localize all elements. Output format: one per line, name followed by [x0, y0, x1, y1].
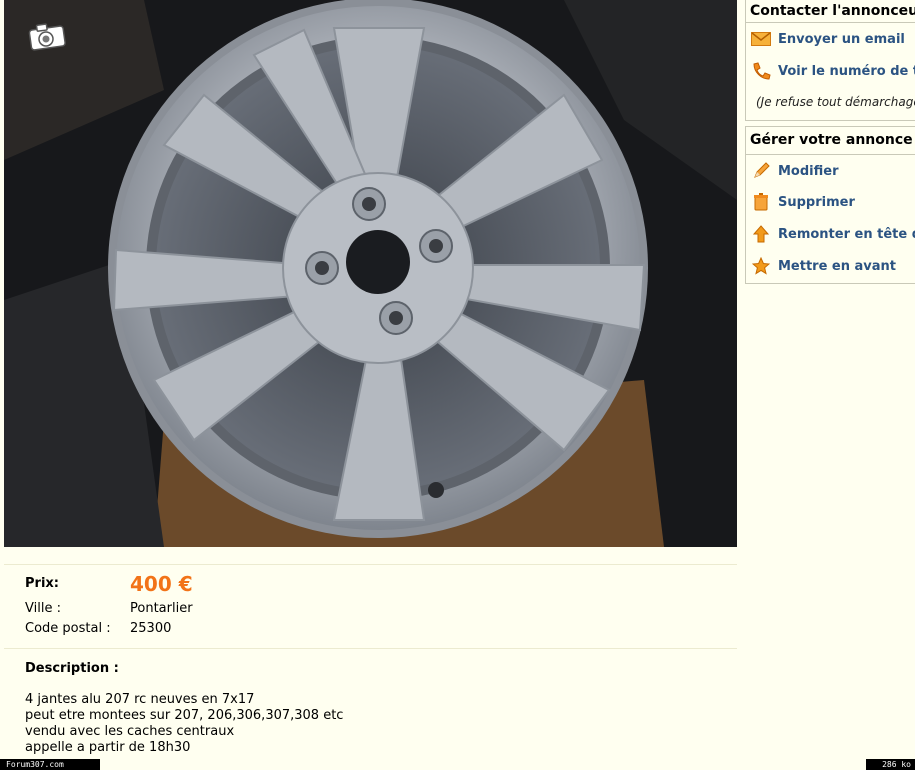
star-icon: [750, 257, 772, 275]
feature-link[interactable]: Mettre en avant: [746, 254, 896, 278]
delete-link-label: Supprimer: [778, 194, 855, 210]
arrow-up-icon: [750, 225, 772, 243]
description-line: 4 jantes alu 207 rc neuves en 7x17: [25, 692, 255, 707]
divider-middle: [4, 648, 737, 649]
bump-link[interactable]: Remonter en tête d: [746, 222, 915, 246]
phone-icon: [750, 62, 772, 80]
description-label: Description :: [25, 661, 119, 676]
bump-link-label: Remonter en tête d: [778, 226, 915, 242]
phone-link-label: Voir le numéro de t: [778, 63, 915, 79]
feature-link-label: Mettre en avant: [778, 258, 897, 274]
trash-icon: [750, 193, 772, 211]
price-value: 400 €: [130, 572, 193, 596]
edit-link[interactable]: Modifier: [746, 159, 839, 183]
edit-link-label: Modifier: [778, 163, 839, 179]
contact-panel-title: Contacter l'annonceur: [746, 0, 915, 23]
postal-label: Code postal :: [25, 621, 111, 636]
city-label: Ville :: [25, 601, 61, 616]
wheel-image: [4, 0, 737, 547]
delete-link[interactable]: Supprimer: [746, 190, 855, 214]
city-value: Pontarlier: [130, 601, 193, 616]
description-line: appelle a partir de 18h30: [25, 740, 191, 755]
envelope-icon: [750, 30, 772, 48]
divider-top: [4, 564, 737, 565]
contact-panel: Contacter l'annonceur Envoyer un email V…: [745, 0, 915, 121]
image-size: 286 ko: [866, 759, 915, 770]
phone-link[interactable]: Voir le numéro de t: [746, 59, 915, 83]
solicitation-note: (Je refuse tout démarchage: [756, 95, 915, 109]
listing-photo[interactable]: [4, 0, 737, 547]
email-link-label: Envoyer un email: [778, 31, 905, 47]
email-link[interactable]: Envoyer un email: [746, 27, 905, 51]
forum-watermark: Forum307.com: [0, 759, 100, 770]
manage-panel-title: Gérer votre annonce: [746, 127, 915, 155]
camera-icon[interactable]: [26, 20, 68, 52]
description-text: 4 jantes alu 207 rc neuves en 7x17 peut …: [25, 692, 343, 756]
manage-panel: Gérer votre annonce Modifier Supprimer R…: [745, 126, 915, 284]
description-line: peut etre montees sur 207, 206,306,307,3…: [25, 708, 344, 723]
price-label: Prix:: [25, 576, 59, 591]
pencil-icon: [750, 162, 772, 180]
postal-value: 25300: [130, 621, 172, 636]
description-line: vendu avec les caches centraux: [25, 724, 235, 739]
